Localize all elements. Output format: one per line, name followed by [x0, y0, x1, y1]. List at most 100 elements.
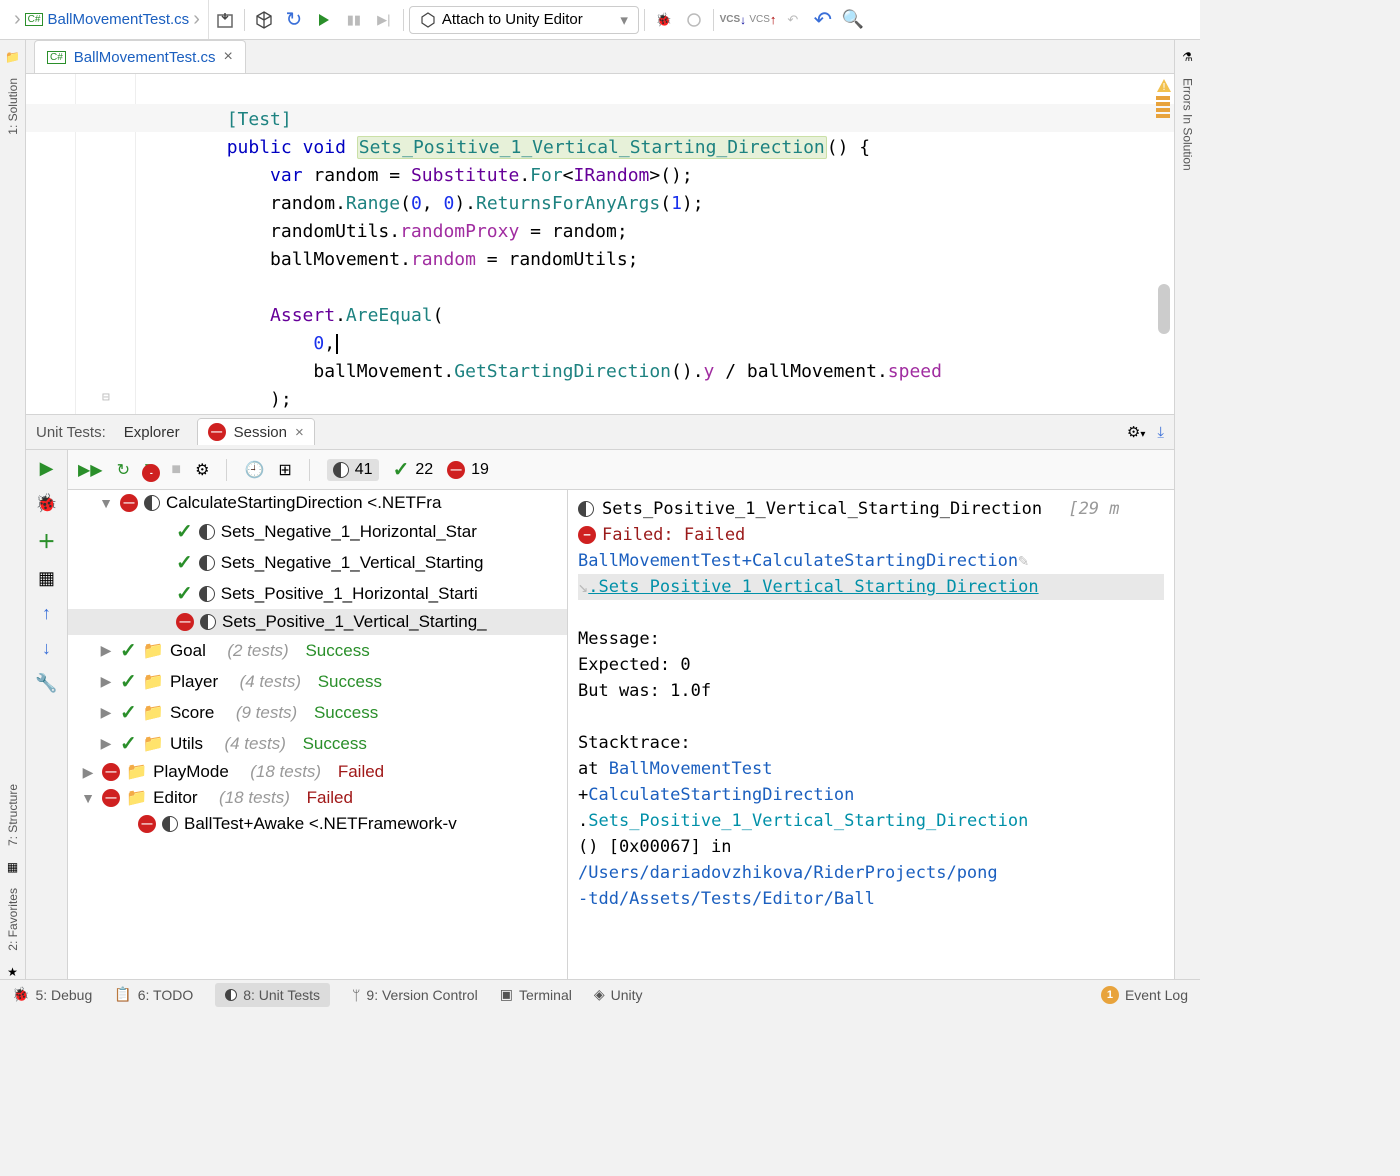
star-icon[interactable]: ★ — [7, 965, 18, 979]
undo-icon[interactable]: ↶ — [809, 6, 837, 34]
warning-icon: ! — [1156, 78, 1172, 94]
favorites-tab[interactable]: 2: Favorites — [6, 888, 20, 951]
pending-icon — [333, 462, 349, 478]
vcs-update-icon[interactable]: VCS↓ — [719, 6, 747, 34]
status-unit-tests[interactable]: 8: Unit Tests — [215, 983, 330, 1007]
bug-icon[interactable]: 🐞 — [35, 493, 57, 514]
ut-session-tab[interactable]: — Session × — [198, 419, 314, 445]
tree-test[interactable]: ✓Sets_Negative_1_Horizontal_Star — [68, 516, 567, 547]
options-icon[interactable]: ⚙ — [195, 460, 209, 480]
download-icon[interactable]: ⤓ — [1157, 424, 1164, 441]
rerun-failed-icon[interactable]: ↻- — [144, 460, 157, 480]
tree-test[interactable]: —BallTest+Awake <.NETFramework-v — [68, 811, 567, 837]
count-pass[interactable]: ✓22 — [393, 457, 434, 482]
edit-icon[interactable]: ✎ — [1018, 551, 1028, 571]
top-toolbar: › C# BallMovementTest.cs › ↻ ▮▮ ▶| Attac… — [0, 0, 1200, 40]
debug-icon[interactable]: 🐞 — [650, 6, 678, 34]
editor-tab[interactable]: C# BallMovementTest.cs × — [34, 40, 246, 73]
pause-icon[interactable]: ▮▮ — [340, 6, 368, 34]
add-icon[interactable]: ＋ — [38, 528, 56, 554]
status-unity[interactable]: ◈ Unity — [594, 986, 643, 1003]
unit-tests-header: Unit Tests: Explorer — Session × ⚙︎▾ ⤓ — [26, 414, 1174, 450]
tree-folder[interactable]: ▶✓📁Goal (2 tests) Success — [68, 635, 567, 666]
rerun-icon[interactable]: ↻ — [117, 460, 130, 480]
unit-tests-body: ▶ 🐞 ＋ ▦ ↑ ↓ 🔧 ▶▶ ↻ ↻- ■ ⚙ 🕘 ⊞ — [26, 450, 1174, 979]
gear-icon[interactable]: ⚙︎▾ — [1127, 423, 1145, 441]
count-fail[interactable]: —19 — [447, 461, 489, 479]
unity-icon[interactable] — [250, 6, 278, 34]
editor-tabs: C# BallMovementTest.cs × — [26, 40, 1174, 74]
chevron-right-icon: › — [14, 8, 21, 31]
tree-folder[interactable]: ▶✓📁Utils (4 tests) Success — [68, 728, 567, 759]
svg-text:!: ! — [1161, 82, 1167, 93]
run-icon[interactable]: ▶ — [40, 458, 54, 479]
method-link[interactable]: .Sets Positive 1 Vertical Starting Direc… — [588, 577, 1038, 597]
status-event-log[interactable]: 1 Event Log — [1101, 986, 1188, 1004]
save-icon[interactable] — [211, 6, 239, 34]
tree-test[interactable]: ✓Sets_Positive_1_Horizontal_Starti — [68, 578, 567, 609]
csharp-file-icon: C# — [47, 51, 66, 64]
warning-stripe[interactable]: ! — [1156, 78, 1172, 118]
test-details[interactable]: Sets_Positive_1_Vertical_Starting_Direct… — [568, 490, 1174, 979]
fail-icon: — — [208, 423, 226, 441]
status-debug[interactable]: 🐞 5: Debug — [12, 986, 92, 1003]
refresh-icon[interactable]: ↻ — [280, 6, 308, 34]
errors-tab[interactable]: Errors In Solution — [1181, 78, 1195, 171]
play-icon[interactable] — [310, 6, 338, 34]
layout-icon[interactable]: ⊞ — [278, 460, 291, 480]
vcs-commit-icon[interactable]: VCS↑ — [749, 6, 777, 34]
close-icon[interactable]: × — [295, 424, 304, 441]
scrollbar-thumb[interactable] — [1158, 284, 1170, 334]
left-tool-strip: 📁 1: Solution 7: Structure ▦ 2: Favorite… — [0, 40, 26, 979]
solution-tab[interactable]: 1: Solution — [6, 78, 20, 135]
unity-icon — [420, 12, 436, 28]
right-tool-strip: ⚗ Errors In Solution — [1174, 40, 1200, 979]
breadcrumb-file: BallMovementTest.cs — [47, 11, 189, 28]
test-tree[interactable]: ▼—CalculateStartingDirection <.NETFra ✓S… — [68, 490, 568, 979]
tree-folder[interactable]: ▶✓📁Player (4 tests) Success — [68, 666, 567, 697]
count-all[interactable]: 41 — [327, 459, 379, 481]
tree-test-selected[interactable]: —Sets_Positive_1_Vertical_Starting_ — [68, 609, 567, 635]
status-todo[interactable]: 📋 6: TODO — [114, 986, 193, 1003]
structure-icon[interactable]: ▦ — [7, 860, 18, 874]
fail-icon: — — [447, 461, 465, 479]
chevron-right-icon: › — [193, 8, 200, 31]
breadcrumb[interactable]: › C# BallMovementTest.cs › — [6, 0, 209, 39]
ut-left-rail: ▶ 🐞 ＋ ▦ ↑ ↓ 🔧 — [26, 450, 68, 979]
close-tab-icon[interactable]: × — [224, 48, 233, 66]
tree-folder[interactable]: ▼—📁Editor (18 tests) Failed — [68, 785, 567, 811]
tree-folder[interactable]: ▶✓📁Score (9 tests) Success — [68, 697, 567, 728]
tree-test[interactable]: ✓Sets_Negative_1_Vertical_Starting — [68, 547, 567, 578]
ut-explorer-tab[interactable]: Explorer — [124, 424, 180, 441]
run-all-icon[interactable]: ▶▶ — [78, 460, 103, 480]
pass-icon: ✓ — [393, 457, 410, 482]
structure-tab[interactable]: 7: Structure — [6, 784, 20, 846]
solution-icon[interactable]: 📁 — [5, 50, 20, 64]
fold-icon[interactable]: ⊟ — [102, 384, 110, 412]
csharp-file-icon: C# — [25, 13, 44, 26]
class-link[interactable]: BallMovementTest+CalculateStartingDirect… — [578, 551, 1018, 571]
up-icon[interactable]: ↑ — [42, 603, 51, 624]
ut-toolbar: ▶▶ ↻ ↻- ■ ⚙ 🕘 ⊞ 41 ✓22 —19 — [68, 450, 1174, 490]
stop-icon[interactable] — [680, 6, 708, 34]
search-icon[interactable]: 🔍 — [839, 6, 867, 34]
arrow-icon: ↘ — [578, 577, 588, 597]
history-icon[interactable]: ↶ — [779, 6, 807, 34]
pending-icon — [578, 501, 594, 517]
grid-icon[interactable]: ▦ — [38, 568, 55, 589]
fail-icon: — — [578, 526, 596, 544]
tree-folder[interactable]: ▶—📁PlayMode (18 tests) Failed — [68, 759, 567, 785]
flask-icon[interactable]: ⚗ — [1182, 50, 1193, 64]
stop-icon[interactable]: ■ — [171, 461, 181, 479]
down-icon[interactable]: ↓ — [42, 638, 51, 659]
status-vc[interactable]: ᛘ 9: Version Control — [352, 987, 478, 1003]
wrench-icon[interactable]: 🔧 — [35, 673, 57, 694]
clock-icon[interactable]: 🕘 — [244, 460, 264, 480]
dropdown-icon: ▾ — [620, 11, 628, 29]
step-icon[interactable]: ▶| — [370, 6, 398, 34]
status-terminal[interactable]: ▣ Terminal — [500, 986, 572, 1003]
run-config-combo[interactable]: Attach to Unity Editor ▾ — [409, 6, 639, 34]
tree-group[interactable]: ▼—CalculateStartingDirection <.NETFra — [68, 490, 567, 516]
code-editor[interactable]: ⬤⊖ ⊟ ⊟ [Test] public void Sets_Positive_… — [26, 74, 1174, 414]
status-bar: 🐞 5: Debug 📋 6: TODO 8: Unit Tests ᛘ 9: … — [0, 979, 1200, 1009]
